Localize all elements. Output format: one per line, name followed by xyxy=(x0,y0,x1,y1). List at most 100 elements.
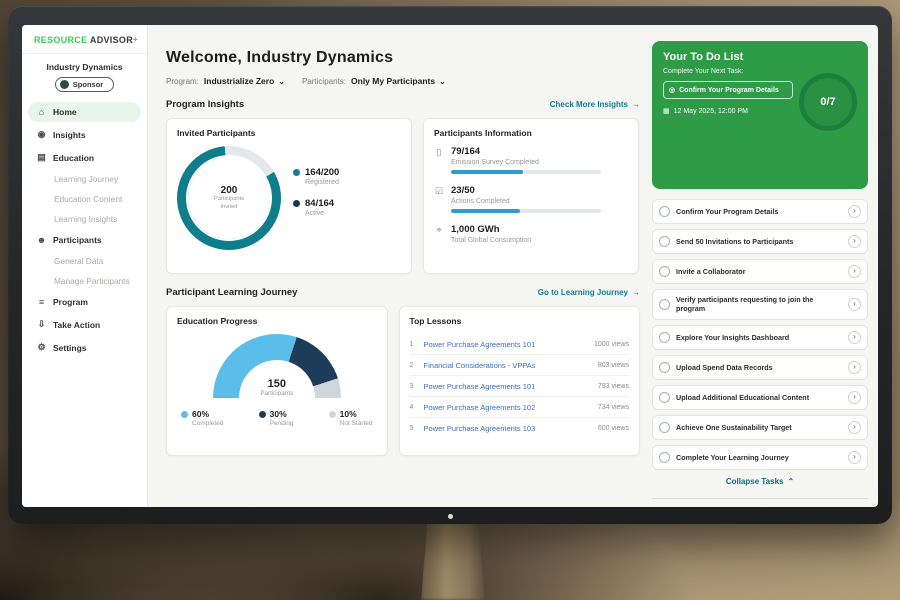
checkbox-icon[interactable] xyxy=(659,299,670,310)
program-select[interactable]: Industrialize Zero ⌄ xyxy=(204,76,285,86)
sidebar-item-learning-insights[interactable]: Learning Insights xyxy=(28,210,141,228)
task-row[interactable]: Complete Your Learning Journey › xyxy=(652,445,868,470)
gear-icon: ⚙ xyxy=(36,342,47,353)
checkbox-icon[interactable] xyxy=(659,452,670,463)
chevron-right-icon[interactable]: › xyxy=(848,205,861,218)
lesson-link[interactable]: Power Purchase Agreements 103 xyxy=(424,424,592,433)
sidebar-nav: ⌂Home ◉Insights ▤Education Learning Jour… xyxy=(22,100,147,362)
lesson-link[interactable]: Financial Considerations - VPPAs xyxy=(424,361,592,370)
task-row[interactable]: Upload Spend Data Records › xyxy=(652,355,868,380)
card-title: Education Progress xyxy=(177,316,377,326)
task-row[interactable]: Explore Your Insights Dashboard› xyxy=(652,325,868,350)
chevron-right-icon[interactable]: › xyxy=(848,298,861,311)
sidebar-item-take-action[interactable]: ⇩Take Action xyxy=(28,314,141,335)
progress-fill xyxy=(451,209,520,213)
chevron-right-icon[interactable]: › xyxy=(848,331,861,344)
todo-card: Your To Do List Complete Your Next Task:… xyxy=(652,41,868,189)
todo-due-text: 12 May 2025, 12:00 PM xyxy=(674,108,748,115)
chevron-right-icon[interactable]: › xyxy=(848,265,861,278)
go-to-learning-journey-link[interactable]: Go to Learning Journey → xyxy=(538,288,640,297)
chevron-right-icon[interactable]: › xyxy=(848,421,861,434)
checkbox-icon[interactable] xyxy=(659,332,670,343)
sidebar-item-education[interactable]: ▤Education xyxy=(28,147,141,168)
task-row[interactable]: Send 50 Invitations to Participants› xyxy=(652,229,868,254)
checkbox-icon[interactable] xyxy=(659,236,670,247)
task-label: Upload Spend Data Records xyxy=(676,363,842,372)
legend-label: Active xyxy=(305,210,334,217)
participants-select[interactable]: Only My Participants ⌄ xyxy=(351,76,446,86)
divider xyxy=(652,498,868,499)
sidebar-item-insights[interactable]: ◉Insights xyxy=(28,124,141,145)
sidebar-item-general-data[interactable]: General Data xyxy=(28,252,141,270)
todo-progress-ring: 0/7 xyxy=(799,73,857,131)
app-logo: RESOURCE ADVISOR+ xyxy=(22,25,147,54)
arrow-right-icon: → xyxy=(632,288,640,297)
task-row[interactable]: Invite a Collaborator› xyxy=(652,259,868,284)
legend-item-not-started: 10% Not Started xyxy=(329,409,373,427)
sidebar-item-home[interactable]: ⌂Home xyxy=(28,102,141,122)
checkbox-icon[interactable] xyxy=(659,266,670,277)
checkbox-icon[interactable] xyxy=(659,362,670,373)
todo-next-task-label: Confirm Your Program Details xyxy=(679,87,779,94)
book-icon: ▤ xyxy=(36,152,47,163)
sidebar-item-education-content[interactable]: Education Content xyxy=(28,190,141,208)
lesson-rank: 5 xyxy=(410,425,418,432)
survey-icon: ▯ xyxy=(434,147,444,158)
gauge-center-label: Participants xyxy=(213,390,341,398)
nav-label: Insights xyxy=(53,130,86,140)
education-gauge-wrap: 150 Participants xyxy=(213,334,341,398)
sidebar: RESOURCE ADVISOR+ Industry Dynamics Spon… xyxy=(22,25,148,507)
gauge-legend: 60% Completed 30% Pending 10% Not Starte… xyxy=(177,409,377,427)
donut-center-label: Participants Invited xyxy=(208,196,250,210)
lesson-views: 793 views xyxy=(598,383,629,390)
legend-dot xyxy=(293,169,300,176)
lesson-row: 4 Power Purchase Agreements 102 734 view… xyxy=(410,397,629,418)
legend-item-completed: 60% Completed xyxy=(181,409,223,427)
sidebar-item-learning-journey[interactable]: Learning Journey xyxy=(28,170,141,188)
logo-plus: + xyxy=(133,35,138,44)
task-row[interactable]: Upload Additional Educational Content › xyxy=(652,385,868,410)
arrow-right-icon: → xyxy=(632,100,640,109)
chevron-right-icon[interactable]: › xyxy=(848,391,861,404)
checkbox-icon[interactable] xyxy=(659,422,670,433)
card-title: Invited Participants xyxy=(177,128,401,138)
checklist-icon: ☑ xyxy=(434,186,444,197)
legend-label: Pending xyxy=(270,420,294,427)
download-icon: ⇩ xyxy=(36,319,47,330)
section-title-learning-journey: Participant Learning Journey xyxy=(166,287,297,298)
gauge-center-value: 150 xyxy=(213,378,341,390)
chevron-right-icon[interactable]: › xyxy=(848,361,861,374)
card-title: Participants Information xyxy=(434,128,628,138)
task-row[interactable]: Verify participants requesting to join t… xyxy=(652,289,868,320)
task-label: Upload Additional Educational Content xyxy=(676,393,842,402)
sidebar-item-participants[interactable]: ☻Participants xyxy=(28,230,141,250)
lesson-link[interactable]: Power Purchase Agreements 102 xyxy=(424,403,592,412)
checkbox-icon[interactable] xyxy=(659,206,670,217)
sidebar-item-manage-participants[interactable]: Manage Participants xyxy=(28,272,141,290)
lesson-row: 1 Power Purchase Agreements 101 1000 vie… xyxy=(410,334,629,355)
lesson-link[interactable]: Power Purchase Agreements 101 xyxy=(424,382,592,391)
lesson-row: 3 Power Purchase Agreements 101 793 view… xyxy=(410,376,629,397)
legend-dot xyxy=(259,411,266,418)
chevron-right-icon[interactable]: › xyxy=(848,235,861,248)
invited-donut-center: 200 Participants Invited xyxy=(188,157,270,239)
program-filter-label: Program: xyxy=(166,77,199,86)
progress-fill xyxy=(451,170,523,174)
lesson-row: 2 Financial Considerations - VPPAs 803 v… xyxy=(410,355,629,376)
task-label: Verify participants requesting to join t… xyxy=(676,295,842,314)
task-label: Complete Your Learning Journey xyxy=(676,453,842,462)
sidebar-item-program[interactable]: ≡Program xyxy=(28,292,141,312)
task-row[interactable]: Achieve One Sustainability Target › xyxy=(652,415,868,440)
collapse-tasks-button[interactable]: Collapse Tasks ⌃ xyxy=(720,476,800,487)
checkbox-icon[interactable] xyxy=(659,392,670,403)
lesson-link[interactable]: Power Purchase Agreements 101 xyxy=(424,340,588,349)
todo-next-task[interactable]: ◎ Confirm Your Program Details xyxy=(663,81,793,99)
task-label: Achieve One Sustainability Target xyxy=(676,423,842,432)
sponsor-badge[interactable]: Sponsor xyxy=(55,77,114,92)
stat-label: Total Global Consumption xyxy=(451,237,531,244)
check-more-insights-link[interactable]: Check More Insights → xyxy=(550,100,640,109)
task-row[interactable]: Confirm Your Program Details› xyxy=(652,199,868,224)
participants-filter-label: Participants: xyxy=(302,77,346,86)
chevron-right-icon[interactable]: › xyxy=(848,451,861,464)
sidebar-item-settings[interactable]: ⚙Settings xyxy=(28,337,141,358)
